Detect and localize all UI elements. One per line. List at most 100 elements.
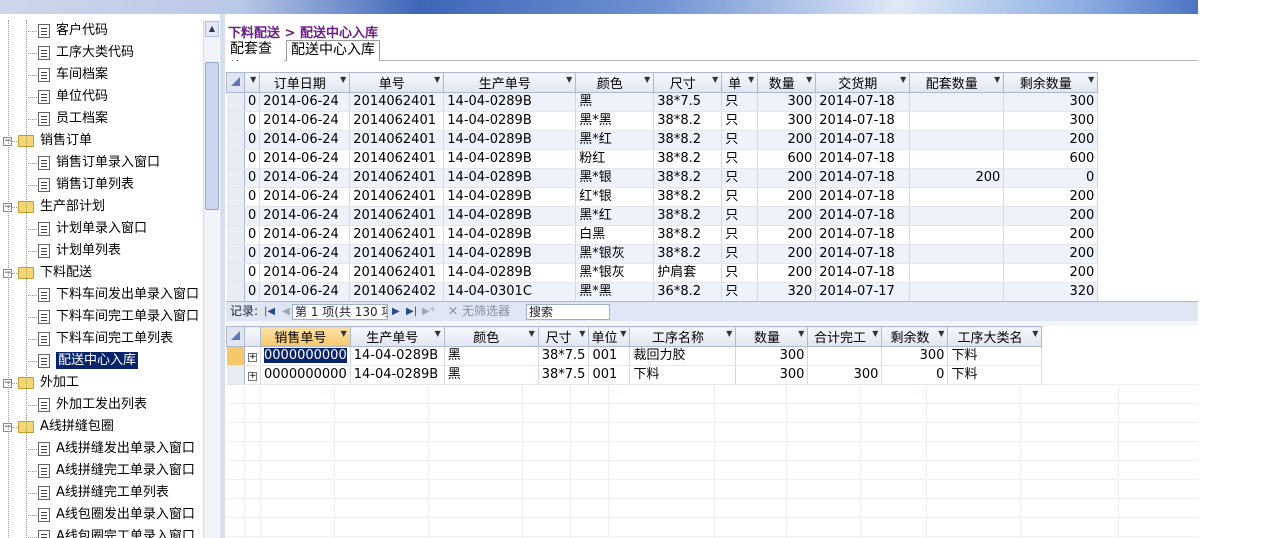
table-cell[interactable]: 300	[757, 111, 817, 131]
panel-splitter[interactable]	[220, 14, 225, 538]
column-header[interactable]: 颜色 ▼	[575, 72, 655, 93]
table-cell[interactable]: 320	[757, 282, 817, 301]
table-cell[interactable]: 0	[244, 206, 261, 226]
table-cell[interactable]: 2014-07-18	[815, 225, 911, 245]
table-row[interactable]: +0000000000 14-04-0289B 黑 38*7.5 001 下料 300 300…	[226, 365, 1043, 385]
table-cell[interactable]: 下料	[947, 365, 1043, 385]
table-cell[interactable]: 001	[588, 346, 631, 366]
table-cell[interactable]: 2014-07-18	[815, 92, 911, 112]
table-cell[interactable]: 白黑	[575, 225, 655, 245]
table-row[interactable]: 0 2014-06-24 2014062401 14-04-0289B 黑*银灰 护肩套只…	[226, 263, 1099, 283]
table-row[interactable]: 0 2014-06-24 2014062401 14-04-0289B 黑*银灰 38*8…	[226, 244, 1099, 264]
tree-item[interactable]: 客户代码	[38, 20, 108, 42]
table-cell[interactable]: 14-04-0289B	[443, 225, 577, 245]
table-cell[interactable]: 2014062401	[349, 149, 445, 169]
column-header[interactable]: 单位 ▼	[588, 326, 631, 347]
table-cell[interactable]: 001	[588, 365, 631, 385]
table-cell[interactable]: 300	[807, 365, 883, 385]
table-cell[interactable]: 只	[721, 263, 759, 283]
dropdown-arrow-icon[interactable]: ▼	[340, 75, 346, 84]
tree-item[interactable]: 生产部计划	[18, 196, 105, 218]
column-header[interactable]: 配套数量 ▼	[909, 72, 1005, 93]
table-cell[interactable]: 只	[721, 92, 759, 112]
dropdown-arrow-icon[interactable]: ▼	[938, 329, 944, 338]
table-cell[interactable]: 200	[757, 130, 817, 150]
column-header[interactable]: 剩余数量 ▼	[1003, 72, 1099, 93]
tab-peitao-query[interactable]: 配套查询	[226, 40, 284, 61]
table-cell[interactable]: 200	[909, 168, 1005, 188]
table-cell[interactable]: 2014062401	[349, 244, 445, 264]
table-cell[interactable]: 200	[1003, 206, 1099, 226]
table-cell[interactable]: 2014-07-18	[815, 130, 911, 150]
tree-item[interactable]: 外加工	[18, 372, 79, 394]
table-row[interactable]: +0000000000 14-04-0289B 黑 38*7.5 001 裁回力胶 300 3…	[226, 346, 1043, 366]
table-cell[interactable]: 38*8.2	[653, 244, 723, 264]
table-cell[interactable]: 2014-06-24	[259, 130, 351, 150]
row-selector[interactable]	[226, 365, 245, 385]
table-cell[interactable]: 2014062401	[349, 206, 445, 226]
scroll-thumb[interactable]	[205, 62, 219, 210]
dropdown-arrow-icon[interactable]: ▼	[872, 329, 878, 338]
table-row[interactable]: 0 2014-06-24 2014062401 14-04-0289B 黑*红 38*8.…	[226, 130, 1099, 150]
table-cell[interactable]: 0	[244, 282, 261, 301]
table-cell[interactable]: 2014-07-18	[815, 263, 911, 283]
table-cell[interactable]: 38*8.2	[653, 206, 723, 226]
first-record-icon[interactable]: |◀	[264, 302, 275, 321]
table-cell[interactable]: 14-04-0289B	[443, 130, 577, 150]
row-selector[interactable]	[226, 187, 245, 207]
tree-item[interactable]: 下料配送	[18, 262, 92, 284]
record-position-field[interactable]: 第 1 项(共 130 项)	[292, 304, 388, 320]
dropdown-arrow-icon[interactable]: ▼	[1032, 329, 1038, 338]
table-cell[interactable]: 2014062401	[349, 111, 445, 131]
dropdown-arrow-icon[interactable]: ▼	[566, 75, 572, 84]
table-cell[interactable]: 14-04-0301C	[443, 282, 577, 301]
table-cell[interactable]: 300	[757, 92, 817, 112]
table-cell[interactable]: 只	[721, 225, 759, 245]
filter-icon[interactable]: ✕	[448, 302, 458, 321]
table-cell[interactable]: 2014062401	[349, 168, 445, 188]
dropdown-arrow-icon[interactable]: ▼	[435, 329, 441, 338]
row-selector[interactable]	[226, 263, 245, 283]
table-cell[interactable]: 200	[1003, 263, 1099, 283]
tree-item[interactable]: 销售订单录入窗口	[38, 152, 160, 174]
table-row[interactable]: 0 2014-06-24 2014062401 14-04-0289B 粉红 38*8.2…	[226, 149, 1099, 169]
column-header[interactable]: 尺寸 ▼	[537, 326, 590, 347]
table-cell[interactable]: 14-04-0289B	[350, 346, 445, 366]
table-cell[interactable]: 0	[1003, 168, 1099, 188]
tree-item[interactable]: 车间档案	[38, 64, 108, 86]
table-cell[interactable]: 只	[721, 149, 759, 169]
column-header[interactable]: 数量 ▼	[735, 326, 809, 347]
row-selector[interactable]	[226, 346, 245, 366]
table-cell[interactable]: 38*8.2	[653, 149, 723, 169]
row-selector[interactable]	[226, 149, 245, 169]
tree-item[interactable]: A线包圈完工单录入窗口	[38, 526, 195, 538]
dropdown-arrow-icon[interactable]: ▼	[748, 75, 754, 84]
column-header[interactable]: 尺寸 ▼	[653, 72, 723, 93]
table-cell[interactable]: 200	[757, 263, 817, 283]
table-cell[interactable]: 0	[244, 225, 261, 245]
table-cell[interactable]: 200	[757, 225, 817, 245]
dropdown-arrow-icon[interactable]: ▼	[806, 75, 812, 84]
tree-item[interactable]: 销售订单	[18, 130, 92, 152]
table-cell[interactable]: 14-04-0289B	[443, 92, 577, 112]
table-cell[interactable]: 2014062401	[349, 130, 445, 150]
tree-item[interactable]: 工序大类代码	[38, 42, 134, 64]
column-header[interactable]: 剩余数 ▼	[881, 326, 949, 347]
column-header[interactable]: 颜色 ▼	[443, 326, 539, 347]
table-cell[interactable]: 14-04-0289B	[443, 111, 577, 131]
tree-item[interactable]: 配送中心入库	[38, 350, 139, 372]
table-row[interactable]: 0 2014-06-24 2014062401 14-04-0289B 黑*银 38*8.…	[226, 168, 1099, 188]
column-header[interactable]: 销售单号 ▼	[260, 326, 351, 347]
column-header[interactable]: 生产单号 ▼	[349, 326, 445, 347]
tree-item[interactable]: 下料车间完工单录入窗口	[38, 306, 199, 328]
table-cell[interactable]: 38*8.2	[653, 130, 723, 150]
select-all-corner[interactable]	[226, 326, 245, 347]
tree-item[interactable]: 单位代码	[38, 86, 108, 108]
table-cell[interactable]: 2014062402	[349, 282, 445, 301]
table-cell[interactable]: 2014-07-17	[815, 282, 911, 301]
expand-icon[interactable]: +	[248, 353, 257, 362]
table-cell[interactable]: 只	[721, 206, 759, 226]
table-cell[interactable]: 2014062401	[349, 92, 445, 112]
table-cell[interactable]: 38*8.2	[653, 111, 723, 131]
dropdown-arrow-icon[interactable]: ▼	[250, 75, 256, 84]
